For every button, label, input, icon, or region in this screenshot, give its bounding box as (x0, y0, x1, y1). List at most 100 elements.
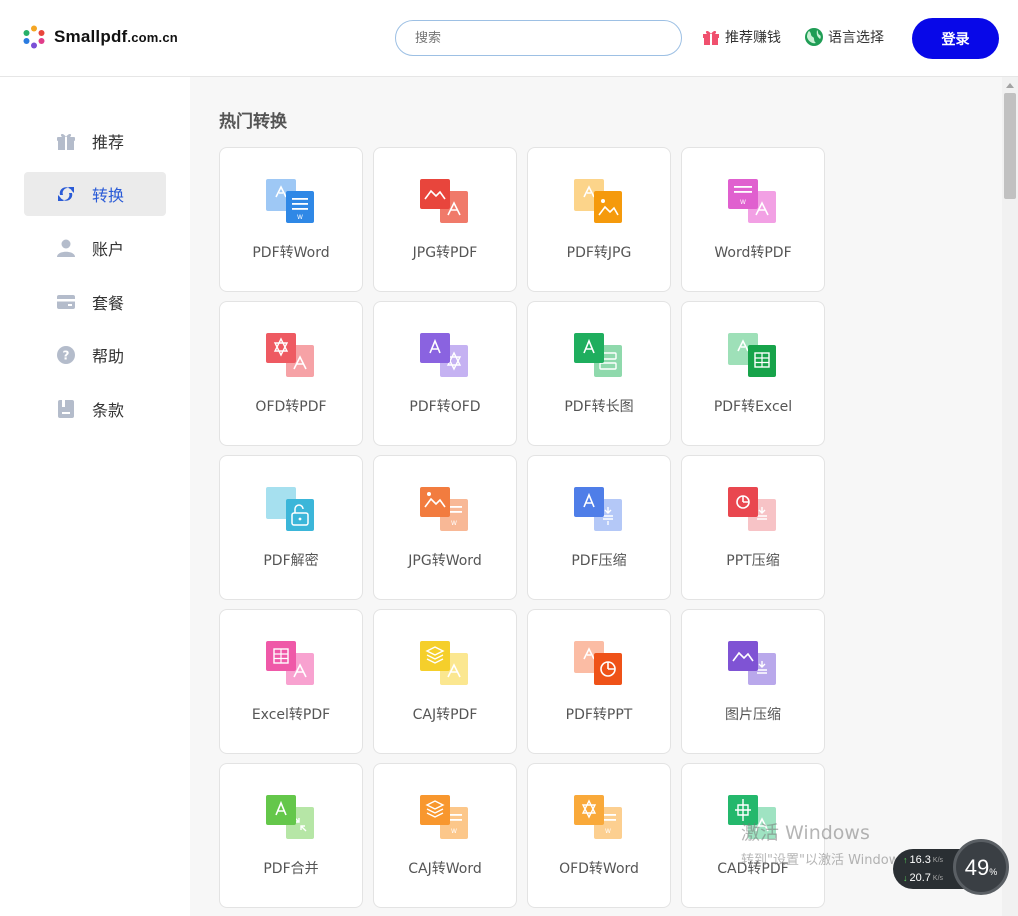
logo-text: Smallpdf (54, 27, 128, 46)
svg-text:?: ? (63, 349, 70, 363)
tool-label: PDF转长图 (564, 399, 634, 415)
tool-label: PDF合并 (263, 861, 319, 877)
logo-icon (23, 25, 45, 49)
tool-card-ppt-compress[interactable]: PPT压缩 (681, 455, 825, 600)
language-label: 语言选择 (828, 30, 884, 46)
tool-card-jpg-to-pdf[interactable]: JPG转PDF (373, 147, 517, 292)
word-to-pdf-icon: W (728, 179, 776, 223)
tool-card-caj-to-word[interactable]: W CAJ转Word (373, 763, 517, 908)
pdf-unlock-icon (266, 487, 314, 531)
svg-text:W: W (451, 828, 457, 835)
tool-card-jpg-to-word[interactable]: W JPG转Word (373, 455, 517, 600)
tool-card-ofd-to-word[interactable]: W OFD转Word (527, 763, 671, 908)
svg-text:W: W (605, 828, 611, 835)
help-icon: ? (57, 346, 75, 364)
svg-text:W: W (451, 520, 457, 527)
usage-gauge: 49% (953, 839, 1009, 895)
sidebar: 推荐 转换 账户 套餐 ? 帮助 条款 (0, 77, 190, 916)
tool-label: Word转PDF (714, 245, 792, 261)
svg-text:W: W (740, 199, 746, 206)
tool-card-pdf-compress[interactable]: PDF压缩 (527, 455, 671, 600)
tool-label: PDF转OFD (409, 399, 481, 415)
tool-card-pdf-to-excel[interactable]: PDF转Excel (681, 301, 825, 446)
pdf-compress-icon (574, 487, 622, 531)
refer-label: 推荐赚钱 (725, 30, 781, 46)
card-icon (57, 295, 75, 309)
refer-link[interactable]: 推荐赚钱 (701, 27, 781, 47)
tool-card-pdf-to-long-image[interactable]: PDF转长图 (527, 301, 671, 446)
vertical-scrollbar[interactable] (1002, 77, 1018, 916)
upload-arrow-icon: ↑ (903, 855, 908, 865)
sidebar-item-label: 条款 (92, 401, 125, 420)
sidebar-item-help[interactable]: ? 帮助 (24, 333, 166, 377)
user-icon (57, 239, 75, 257)
jpg-to-word-icon: W (420, 487, 468, 531)
pdf-to-long-image-icon (574, 333, 622, 377)
sidebar-item-account[interactable]: 账户 (24, 226, 166, 270)
tool-label: CAJ转PDF (412, 707, 478, 723)
tool-label: PDF转PPT (565, 707, 633, 723)
tool-label: PDF转JPG (566, 245, 632, 261)
tool-card-pdf-to-word[interactable]: W PDF转Word (219, 147, 363, 292)
site-logo[interactable]: Smallpdf.com.cn (22, 25, 178, 49)
gift-icon (57, 133, 75, 150)
tool-label: 图片压缩 (725, 707, 781, 723)
sidebar-item-label: 帮助 (92, 347, 125, 366)
svg-text:W: W (297, 214, 303, 221)
globe-icon (805, 28, 823, 46)
tool-card-pdf-merge[interactable]: PDF合并 (219, 763, 363, 908)
sidebar-item-label: 套餐 (92, 294, 125, 313)
sidebar-item-label: 推荐 (92, 133, 125, 152)
excel-to-pdf-icon (266, 641, 314, 685)
upload-speed-row: ↑ 16.3 K/s (903, 854, 943, 866)
ppt-compress-icon (728, 487, 776, 531)
tool-label: Excel转PDF (251, 707, 331, 723)
usage-percent: 49% (964, 855, 998, 880)
sidebar-item-recommend[interactable]: 推荐 (24, 119, 166, 163)
speed-unit: K/s (932, 856, 944, 864)
tool-card-pdf-to-ppt[interactable]: PDF转PPT (527, 609, 671, 754)
caj-to-word-icon: W (420, 795, 468, 839)
login-button[interactable]: 登录 (912, 18, 999, 59)
tool-label: PDF解密 (263, 553, 319, 569)
pdf-to-jpg-icon (574, 179, 622, 223)
jpg-to-pdf-icon (420, 179, 468, 223)
pdf-to-excel-icon (728, 333, 776, 377)
tool-card-excel-to-pdf[interactable]: Excel转PDF (219, 609, 363, 754)
download-arrow-icon: ↓ (903, 873, 908, 883)
main-content: 热门转换 W PDF转Word JPG转PDF PDF转JPG W Word转P… (190, 77, 1002, 916)
language-selector[interactable]: 语言选择 (804, 27, 884, 47)
pdf-merge-icon (266, 795, 314, 839)
gift-icon (703, 30, 719, 45)
sidebar-item-convert[interactable]: 转换 (24, 172, 166, 216)
tool-card-word-to-pdf[interactable]: W Word转PDF (681, 147, 825, 292)
scroll-up-arrow-icon[interactable] (1006, 83, 1014, 88)
tool-card-image-compress[interactable]: 图片压缩 (681, 609, 825, 754)
sidebar-item-plans[interactable]: 套餐 (24, 280, 166, 324)
tool-label: PDF转Excel (713, 399, 793, 415)
document-icon (58, 400, 74, 418)
logo-suffix: .com.cn (127, 30, 178, 45)
tool-card-pdf-to-jpg[interactable]: PDF转JPG (527, 147, 671, 292)
tool-label: PDF转Word (252, 245, 330, 261)
tool-label: JPG转Word (408, 553, 482, 569)
search-input[interactable] (395, 20, 682, 56)
tool-label: OFD转PDF (255, 399, 327, 415)
scroll-thumb[interactable] (1004, 93, 1016, 199)
download-speed-row: ↓ 20.7 K/s (903, 872, 943, 884)
tool-label: CAJ转Word (408, 861, 482, 877)
convert-icon (58, 187, 74, 201)
pdf-to-ppt-icon (574, 641, 622, 685)
tool-label: PDF压缩 (571, 553, 627, 569)
tool-card-ofd-to-pdf[interactable]: OFD转PDF (219, 301, 363, 446)
tool-label: OFD转Word (559, 861, 639, 877)
tool-card-pdf-unlock[interactable]: PDF解密 (219, 455, 363, 600)
sidebar-item-label: 账户 (92, 240, 125, 259)
network-speed-widget[interactable]: ↑ 16.3 K/s ↓ 20.7 K/s 49% (893, 839, 1011, 895)
tool-card-pdf-to-ofd[interactable]: PDF转OFD (373, 301, 517, 446)
sidebar-item-terms[interactable]: 条款 (24, 387, 166, 431)
pdf-to-ofd-icon (420, 333, 468, 377)
tool-card-caj-to-pdf[interactable]: CAJ转PDF (373, 609, 517, 754)
tool-label: JPG转PDF (412, 245, 478, 261)
speed-unit: K/s (932, 874, 944, 882)
